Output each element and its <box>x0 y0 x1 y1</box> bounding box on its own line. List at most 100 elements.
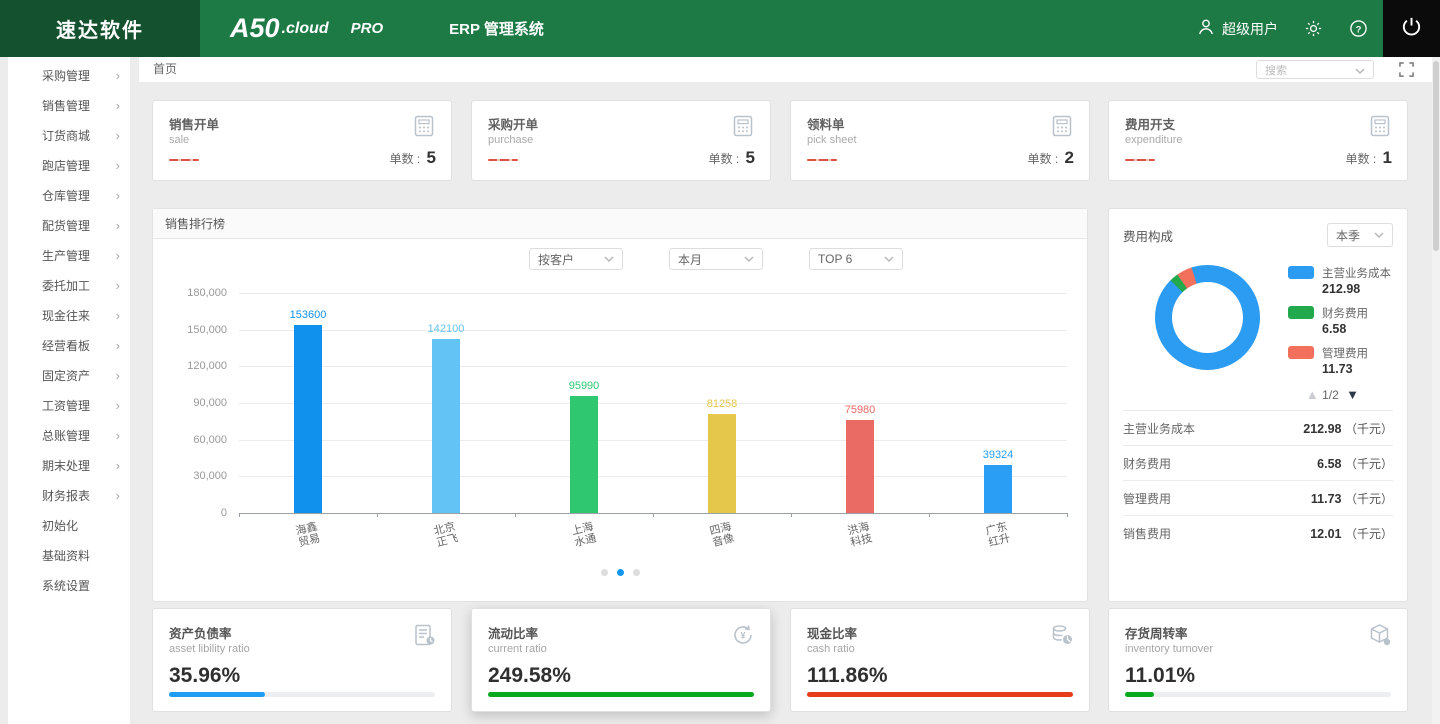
sidebar-item-总账管理[interactable]: 总账管理› <box>8 421 130 451</box>
expense-row: 管理费用11.73 （千元） <box>1123 480 1393 515</box>
sidebar-item-工资管理[interactable]: 工资管理› <box>8 391 130 421</box>
sidebar-item-委托加工[interactable]: 委托加工› <box>8 271 130 301</box>
sidebar-item-期末处理[interactable]: 期末处理› <box>8 451 130 481</box>
svg-text:?: ? <box>1356 24 1362 35</box>
stat-card-采购开单[interactable]: 采购开单purchase单数 : 5 <box>471 100 771 181</box>
legend-label: 管理费用 <box>1322 345 1368 361</box>
bar-column: 81258四海 音像 <box>653 293 791 513</box>
ratio-card-流动比率[interactable]: 流动比率current ratio249.58%¥ <box>471 608 771 712</box>
bar[interactable] <box>984 465 1012 513</box>
sidebar-item-初始化[interactable]: 初始化 <box>8 511 130 541</box>
y-axis-tick-label: 0 <box>169 507 227 519</box>
sidebar-item-经营看板[interactable]: 经营看板› <box>8 331 130 361</box>
legend-swatch <box>1288 266 1314 279</box>
stat-card-red-dash <box>1125 159 1155 162</box>
sidebar-item-label: 委托加工 <box>42 279 90 293</box>
sidebar-item-采购管理[interactable]: 采购管理› <box>8 61 130 91</box>
vertical-scrollbar[interactable] <box>1432 57 1440 724</box>
fullscreen-icon[interactable] <box>1399 62 1414 77</box>
stat-card-title: 销售开单 <box>153 101 451 133</box>
sidebar-item-生产管理[interactable]: 生产管理› <box>8 241 130 271</box>
app-header: 速达软件 A50 .cloud PRO ERP 管理系统 超级用户 ? <box>0 0 1440 57</box>
sidebar-item-财务报表[interactable]: 财务报表› <box>8 481 130 511</box>
expense-value: 12.01 <box>1310 527 1345 541</box>
breadcrumb-home-tab[interactable]: 首页 <box>153 57 177 82</box>
chevron-right-icon: › <box>116 451 120 481</box>
stat-card-领料单[interactable]: 领料单pick sheet单数 : 2 <box>790 100 1090 181</box>
legend-item: 管理费用11.73 <box>1288 345 1391 376</box>
sidebar-item-订货商城[interactable]: 订货商城› <box>8 121 130 151</box>
scrollbar-thumb[interactable] <box>1433 61 1439 251</box>
legend-swatch <box>1288 306 1314 319</box>
sales-bar-chart: 180,000150,000120,00090,00060,00030,0000… <box>169 293 1069 593</box>
bar[interactable] <box>432 339 460 513</box>
power-logout-button[interactable] <box>1383 0 1440 57</box>
select-group-by[interactable]: 按客户 <box>529 248 623 270</box>
ratio-card-title: 存货周转率 <box>1109 609 1407 642</box>
bar[interactable] <box>294 325 322 513</box>
stat-card-subtitle: expenditure <box>1109 134 1407 146</box>
sidebar-item-跑店管理[interactable]: 跑店管理› <box>8 151 130 181</box>
x-axis-tick <box>1067 513 1068 517</box>
sidebar-item-label: 基础资料 <box>42 549 90 563</box>
sidebar-item-label: 销售管理 <box>42 99 90 113</box>
sidebar-item-销售管理[interactable]: 销售管理› <box>8 91 130 121</box>
gear-icon[interactable] <box>1304 19 1323 38</box>
bar[interactable] <box>846 420 874 513</box>
help-icon[interactable]: ? <box>1349 19 1368 38</box>
sidebar-item-配货管理[interactable]: 配货管理› <box>8 211 130 241</box>
y-axis-tick-label: 30,000 <box>169 470 227 482</box>
stat-card-count: 单数 : 1 <box>1346 148 1392 168</box>
stat-card-subtitle: purchase <box>472 134 770 146</box>
calculator-icon <box>730 113 756 144</box>
sidebar-item-系统设置[interactable]: 系统设置 <box>8 571 130 601</box>
chevron-right-icon: › <box>116 301 120 331</box>
expense-unit: （千元） <box>1345 492 1393 506</box>
expense-label: 财务费用 <box>1123 455 1171 472</box>
pager-down-icon[interactable]: ▼ <box>1346 387 1359 402</box>
y-axis-tick-label: 180,000 <box>169 287 227 299</box>
ratio-card-资产负债率[interactable]: 资产负债率asset libility ratio35.96% <box>152 608 452 712</box>
stat-card-title: 领料单 <box>791 101 1089 133</box>
pager-up-icon[interactable]: ▲ <box>1306 387 1319 402</box>
stat-card-red-dash <box>488 159 518 162</box>
sidebar-item-仓库管理[interactable]: 仓库管理› <box>8 181 130 211</box>
carousel-dot[interactable] <box>601 569 608 576</box>
power-icon <box>1400 15 1423 43</box>
legend-label: 主营业务成本 <box>1322 265 1391 281</box>
sidebar-item-基础资料[interactable]: 基础资料 <box>8 541 130 571</box>
stat-card-费用开支[interactable]: 费用开支expenditure单数 : 1 <box>1108 100 1408 181</box>
bar[interactable] <box>570 396 598 513</box>
sidebar-item-label: 初始化 <box>42 519 78 533</box>
expense-label: 管理费用 <box>1123 490 1171 507</box>
search-input[interactable]: 搜索 <box>1256 60 1374 79</box>
chevron-right-icon: › <box>116 151 120 181</box>
stat-card-subtitle: pick sheet <box>791 134 1089 146</box>
stat-card-销售开单[interactable]: 销售开单sale单数 : 5 <box>152 100 452 181</box>
sidebar-item-现金往来[interactable]: 现金往来› <box>8 301 130 331</box>
x-axis-tick <box>377 513 378 517</box>
user-menu[interactable]: 超级用户 <box>1197 18 1278 39</box>
period-select[interactable]: 本季 <box>1327 223 1393 247</box>
ratio-card-现金比率[interactable]: 现金比率cash ratio111.86% <box>790 608 1090 712</box>
sidebar-item-label: 配货管理 <box>42 219 90 233</box>
select-value: 本月 <box>678 251 702 268</box>
bar-value-label: 142100 <box>377 323 515 335</box>
x-axis-tick <box>929 513 930 517</box>
select-period[interactable]: 本月 <box>669 248 763 270</box>
select-top-n[interactable]: TOP 6 <box>809 248 903 270</box>
progress-fill <box>807 692 1073 697</box>
x-axis-tick <box>239 513 240 517</box>
chevron-right-icon: › <box>116 181 120 211</box>
sidebar-menu: 采购管理›销售管理›订货商城›跑店管理›仓库管理›配货管理›生产管理›委托加工›… <box>8 57 130 724</box>
carousel-dot-active[interactable] <box>617 569 624 576</box>
ratio-card-存货周转率[interactable]: 存货周转率inventory turnover11.01% <box>1108 608 1408 712</box>
sidebar-item-固定资产[interactable]: 固定资产› <box>8 361 130 391</box>
y-axis-tick-label: 60,000 <box>169 434 227 446</box>
sidebar-item-label: 总账管理 <box>42 429 90 443</box>
carousel-dot[interactable] <box>633 569 640 576</box>
product-suffix: .cloud <box>282 20 329 38</box>
coins-icon <box>1049 622 1075 653</box>
bar[interactable] <box>708 414 736 513</box>
bar-category-label: 上海 水通 <box>514 507 654 564</box>
